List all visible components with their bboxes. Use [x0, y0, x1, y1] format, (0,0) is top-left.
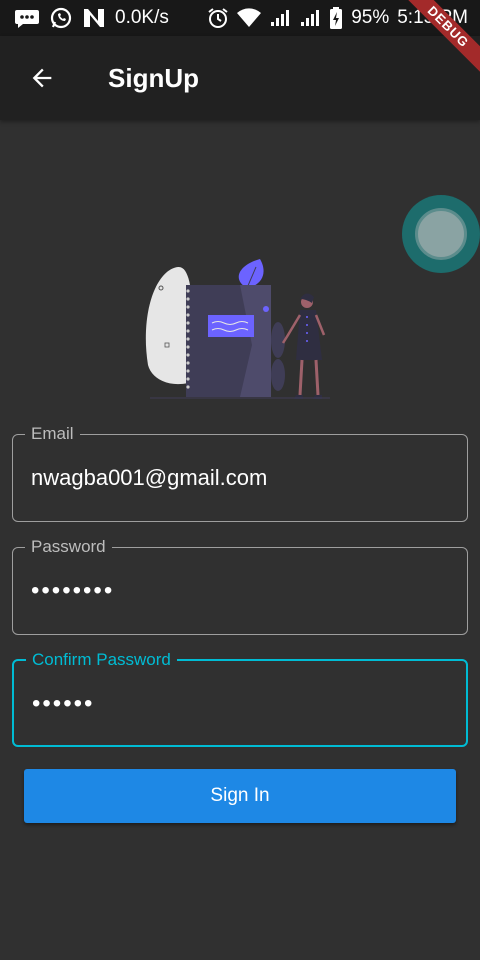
sign-in-button[interactable]: Sign In — [24, 769, 456, 823]
password-field[interactable]: Password •••••••• — [12, 537, 468, 635]
password-input[interactable]: •••••••• — [31, 576, 114, 606]
alarm-icon — [207, 7, 229, 29]
whatsapp-icon — [49, 6, 73, 30]
back-button[interactable] — [14, 50, 70, 106]
confirm-password-input[interactable]: •••••• — [32, 689, 94, 719]
network-speed: 0.0K/s — [115, 7, 169, 28]
touch-indicator — [402, 195, 480, 273]
message-icon — [14, 8, 40, 28]
confirm-password-field[interactable]: Confirm Password •••••• — [12, 650, 468, 747]
battery-charging-icon — [329, 7, 343, 29]
clock: 5:15 PM — [397, 7, 468, 28]
signup-illustration — [145, 259, 330, 399]
signal-icon — [269, 8, 291, 28]
page-title: SignUp — [108, 62, 199, 93]
battery-percent: 95% — [351, 7, 390, 28]
status-bar: 0.0K/s 95% 5:15 PM — [0, 0, 480, 36]
email-input[interactable]: nwagba001@gmail.com — [31, 463, 267, 493]
status-right: 95% 5:15 PM — [207, 7, 468, 29]
email-field[interactable]: Email nwagba001@gmail.com — [12, 424, 468, 522]
app-bar: SignUp — [0, 36, 480, 120]
password-label: Password — [25, 537, 112, 557]
status-left: 0.0K/s — [14, 6, 169, 30]
n-app-icon — [82, 7, 106, 29]
wifi-icon — [237, 8, 262, 28]
signal-icon — [299, 8, 321, 28]
arrow-back-icon — [32, 68, 52, 88]
email-label: Email — [25, 424, 80, 444]
confirm-password-label: Confirm Password — [26, 650, 177, 670]
